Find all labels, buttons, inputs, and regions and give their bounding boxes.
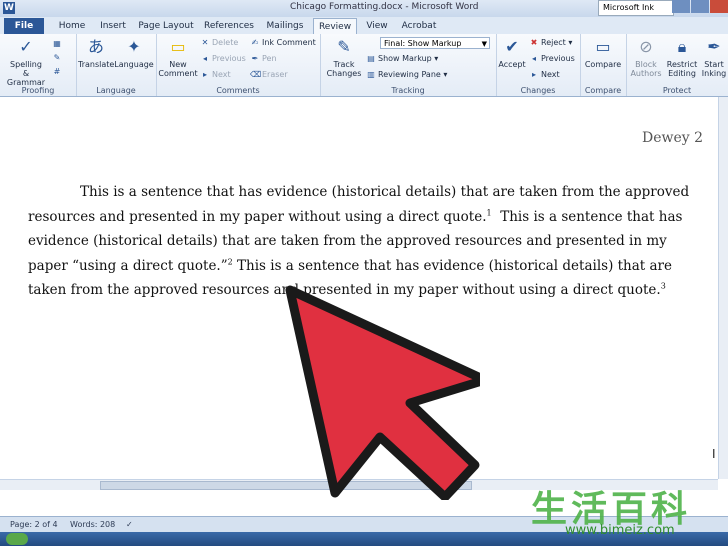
word-app-icon[interactable]: W [3,2,15,14]
minimize-button[interactable] [672,0,690,13]
red-pointer-arrow-icon [285,285,480,500]
delete-comment-button[interactable]: ✕ Delete [200,37,239,49]
reviewing-pane-button[interactable]: ▥ Reviewing Pane ▾ [366,69,447,81]
window-title: Chicago Formatting.docx - Microsoft Word [290,2,479,12]
tab-references[interactable]: References [202,18,256,34]
text-cursor-icon: I [712,447,716,461]
markup-display-select[interactable]: Final: Show Markup ▼ [380,37,490,49]
account-box[interactable]: Microsoft Ink [598,0,674,16]
new-comment-icon: ▭ [170,37,186,56]
translate-icon: あ [87,37,104,56]
word-count-icon[interactable]: # [52,66,64,78]
tab-file[interactable]: File [4,18,44,34]
maximize-button[interactable] [691,0,709,13]
group-protect: ⊘ Block Authors 🔒︎ Restrict Editing ✒ St… [626,34,728,96]
pen-icon: ✒ [707,37,721,56]
watermark-url: www.bimeiz.com [565,523,675,538]
tab-page-layout[interactable]: Page Layout [138,18,194,34]
group-proofing: ✓ Spelling & Grammar ▦ ✎ # Proofing [0,34,77,96]
spelling-grammar-button[interactable]: ✓ Spelling & Grammar [6,36,46,87]
previous-comment-button[interactable]: ◂ Previous [200,53,246,65]
eraser-button[interactable]: ⌫Eraser [250,69,288,81]
group-label-proofing: Proofing [21,86,55,95]
pen-button[interactable]: ✒ Pen [250,53,277,65]
next-comment-button[interactable]: ▸ Next [200,69,231,81]
group-comments: ▭ New Comment ✕ Delete ◂ Previous ▸ Next ✍ I… [156,34,321,96]
thesaurus-icon[interactable]: ✎ [52,52,64,64]
close-button[interactable] [710,0,728,13]
tab-insert[interactable]: Insert [95,18,131,34]
group-label-language: Language [96,86,136,95]
group-label-comments: Comments [216,86,260,95]
tab-view[interactable]: View [362,18,392,34]
block-authors-button[interactable]: ⊘ Block Authors [628,36,664,78]
proofing-status-icon[interactable]: ✓ [126,520,133,529]
next-change-button[interactable]: ▸ Next [529,69,560,81]
reject-button[interactable]: ✖ Reject ▾ [529,37,573,49]
translate-button[interactable]: あ Translate [78,36,114,69]
spelling-icon: ✓ [19,37,33,56]
group-compare: ▭ Compare Compare [580,34,627,96]
lock-icon: 🔒︎ [677,37,687,56]
previous-change-button[interactable]: ◂ Previous [529,53,575,65]
compare-button[interactable]: ▭ Compare [582,36,624,69]
footnote-ref-2[interactable]: 2 [228,257,233,266]
tab-acrobat[interactable]: Acrobat [398,18,440,34]
restrict-editing-button[interactable]: 🔒︎ Restrict Editing [664,36,700,78]
track-changes-icon: ✎ [337,37,351,56]
group-language: あ Translate ✦ Language Language [76,34,157,96]
tab-home[interactable]: Home [54,18,90,34]
group-changes: ✔ Accept ✖ Reject ▾ ◂ Previous ▸ Next Chang… [496,34,581,96]
vertical-scrollbar[interactable] [718,97,728,479]
ink-comment-button[interactable]: ✍ Ink Comment [250,37,316,49]
block-authors-icon: ⊘ [639,37,653,56]
footnote-ref-3[interactable]: 3 [661,282,666,291]
accept-icon: ✔ [505,37,519,56]
language-icon: ✦ [127,37,141,56]
track-changes-button[interactable]: ✎ Track Changes [322,36,366,78]
accept-button[interactable]: ✔ Accept [496,36,528,69]
watermark: 生活百科 www.bimeiz.com [525,480,725,545]
page-header[interactable]: Dewey 2 [642,130,703,146]
page-count[interactable]: Page: 2 of 4 [10,520,58,529]
tab-mailings[interactable]: Mailings [262,18,308,34]
chevron-down-icon: ▼ [481,40,487,48]
group-label-compare: Compare [584,86,622,95]
compare-icon: ▭ [595,37,611,56]
language-button[interactable]: ✦ Language [114,36,154,69]
new-comment-button[interactable]: ▭ New Comment [158,36,198,78]
group-label-protect: Protect [662,86,692,95]
title-bar: W Chicago Formatting.docx - Microsoft Wo… [0,0,728,17]
group-label-changes: Changes [520,86,556,95]
start-inking-button[interactable]: ✒ Start Inking [700,36,728,78]
start-button-icon[interactable] [6,533,28,545]
word-count[interactable]: Words: 208 [70,520,115,529]
footnote-ref-1[interactable]: 1 [487,208,492,217]
show-markup-button[interactable]: ▤ Show Markup ▾ [366,53,438,65]
ribbon: ✓ Spelling & Grammar ▦ ✎ # Proofing あ Tr… [0,34,728,97]
ribbon-tabs: File Home Insert Page Layout References … [0,17,728,36]
research-icon[interactable]: ▦ [52,38,64,50]
group-label-tracking: Tracking [391,86,425,95]
